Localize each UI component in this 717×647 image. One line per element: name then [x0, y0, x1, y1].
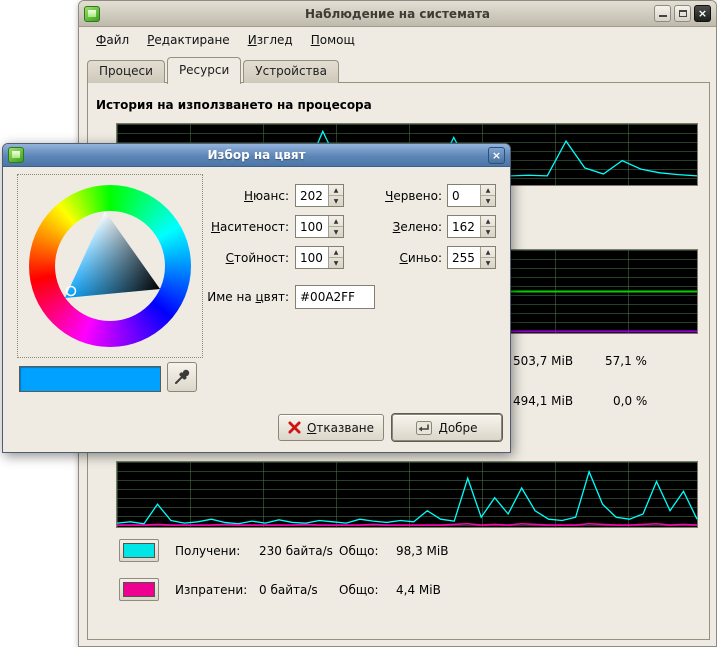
blue-spinbox[interactable]: ▲▼	[447, 246, 496, 269]
eyedropper-icon	[173, 368, 191, 386]
sent-color-button[interactable]	[119, 578, 159, 601]
spin-down-icon[interactable]: ▼	[481, 226, 495, 237]
dialog-close-button[interactable]: ×	[488, 147, 505, 164]
tab-processes[interactable]: Процеси	[87, 60, 165, 83]
tab-bar: Процеси Ресурси Устройства	[87, 56, 341, 83]
cpu-history-heading: История на използването на процесора	[96, 98, 372, 112]
window-titlebar[interactable]: Наблюдение на системата ×	[79, 1, 716, 27]
sent-rate: 0 байта/s	[259, 583, 339, 597]
menu-file[interactable]: Файл	[87, 29, 138, 51]
value-input[interactable]	[296, 247, 328, 268]
maximize-button[interactable]	[674, 5, 691, 22]
sent-total: 4,4 MiB	[396, 583, 441, 597]
value-spinbox[interactable]: ▲▼	[295, 246, 344, 269]
spin-down-icon[interactable]: ▼	[481, 195, 495, 206]
sv-triangle-shade	[65, 211, 160, 298]
network-usage-graph	[117, 462, 697, 527]
saturation-label: Наситеност:	[163, 219, 289, 235]
cancel-button[interactable]: Отказване	[278, 414, 384, 441]
spin-down-icon[interactable]: ▼	[329, 195, 343, 206]
menu-bar: Файл Редактиране Изглед Помощ	[87, 27, 364, 53]
dialog-close-icon: ×	[492, 149, 501, 162]
received-color-swatch	[123, 543, 155, 558]
close-icon: ×	[698, 8, 707, 19]
hue-input[interactable]	[296, 185, 328, 206]
color-name-label: Име на цвят:	[163, 289, 289, 305]
tab-devices[interactable]: Устройства	[243, 60, 339, 83]
network-history-chart	[116, 461, 698, 528]
red-label: Червено:	[348, 188, 442, 204]
sent-total-label: Общо:	[339, 583, 396, 597]
saturation-value-triangle[interactable]	[29, 185, 191, 347]
spin-down-icon[interactable]: ▼	[481, 257, 495, 268]
sent-label: Изпратени:	[175, 583, 259, 597]
received-color-button[interactable]	[119, 539, 159, 562]
green-label: Зелено:	[348, 219, 442, 235]
maximize-icon	[679, 10, 687, 17]
saturation-input[interactable]	[296, 216, 328, 237]
cancel-button-label: Отказване	[307, 421, 374, 435]
minimize-button[interactable]	[654, 5, 671, 22]
network-sent-row: Изпратени: 0 байта/s Общо: 4,4 MiB	[119, 578, 441, 601]
hue-spinbox[interactable]: ▲▼	[295, 184, 344, 207]
menu-edit[interactable]: Редактиране	[138, 29, 239, 51]
blue-label: Синьо:	[348, 250, 442, 266]
memory-amount: 503,7 MiB	[513, 354, 573, 368]
tab-resources[interactable]: Ресурси	[167, 57, 241, 84]
swap-percent: 0,0 %	[613, 394, 647, 408]
color-preview-swatch[interactable]	[19, 366, 161, 392]
received-label: Получени:	[175, 544, 259, 558]
ok-button-label: Добре	[438, 421, 477, 435]
value-spin-arrows: ▲▼	[328, 247, 343, 268]
green-input[interactable]	[448, 216, 480, 237]
minimize-icon	[659, 10, 667, 17]
spin-up-icon[interactable]: ▲	[329, 185, 343, 195]
saturation-spin-arrows: ▲▼	[328, 216, 343, 237]
cancel-x-icon	[288, 421, 301, 434]
received-total-label: Общо:	[339, 544, 396, 558]
eyedropper-button[interactable]	[167, 362, 197, 392]
window-title: Наблюдение на системата	[79, 7, 716, 21]
window-controls: ×	[654, 5, 711, 22]
green-spin-arrows: ▲▼	[480, 216, 495, 237]
hue-spin-arrows: ▲▼	[328, 185, 343, 206]
value-label: Стойност:	[163, 250, 289, 266]
red-spinbox[interactable]: ▲▼	[447, 184, 496, 207]
blue-spin-arrows: ▲▼	[480, 247, 495, 268]
color-picker-dialog: Избор на цвят × Нюанс: ▲▼ Насите	[2, 143, 511, 453]
green-spinbox[interactable]: ▲▼	[447, 215, 496, 238]
close-button[interactable]: ×	[694, 5, 711, 22]
red-spin-arrows: ▲▼	[480, 185, 495, 206]
received-total: 98,3 MiB	[396, 544, 448, 558]
spin-down-icon[interactable]: ▼	[329, 226, 343, 237]
network-received-row: Получени: 230 байта/s Общо: 98,3 MiB	[119, 539, 448, 562]
dialog-titlebar[interactable]: Избор на цвят ×	[3, 144, 510, 167]
received-rate: 230 байта/s	[259, 544, 339, 558]
spin-down-icon[interactable]: ▼	[329, 257, 343, 268]
spin-up-icon[interactable]: ▲	[481, 185, 495, 195]
ok-button[interactable]: Добре	[392, 414, 502, 441]
sent-color-swatch	[123, 582, 155, 597]
spin-up-icon[interactable]: ▲	[481, 216, 495, 226]
spin-up-icon[interactable]: ▲	[481, 247, 495, 257]
swap-amount: 494,1 MiB	[513, 394, 573, 408]
spin-up-icon[interactable]: ▲	[329, 247, 343, 257]
memory-percent: 57,1 %	[605, 354, 647, 368]
menu-help[interactable]: Помощ	[302, 29, 364, 51]
hue-label: Нюанс:	[163, 188, 289, 204]
ok-enter-icon	[416, 421, 432, 435]
spin-up-icon[interactable]: ▲	[329, 216, 343, 226]
menu-view[interactable]: Изглед	[239, 29, 302, 51]
dialog-title: Избор на цвят	[3, 148, 510, 162]
blue-input[interactable]	[448, 247, 480, 268]
saturation-spinbox[interactable]: ▲▼	[295, 215, 344, 238]
color-name-input[interactable]	[295, 285, 375, 309]
red-input[interactable]	[448, 185, 480, 206]
